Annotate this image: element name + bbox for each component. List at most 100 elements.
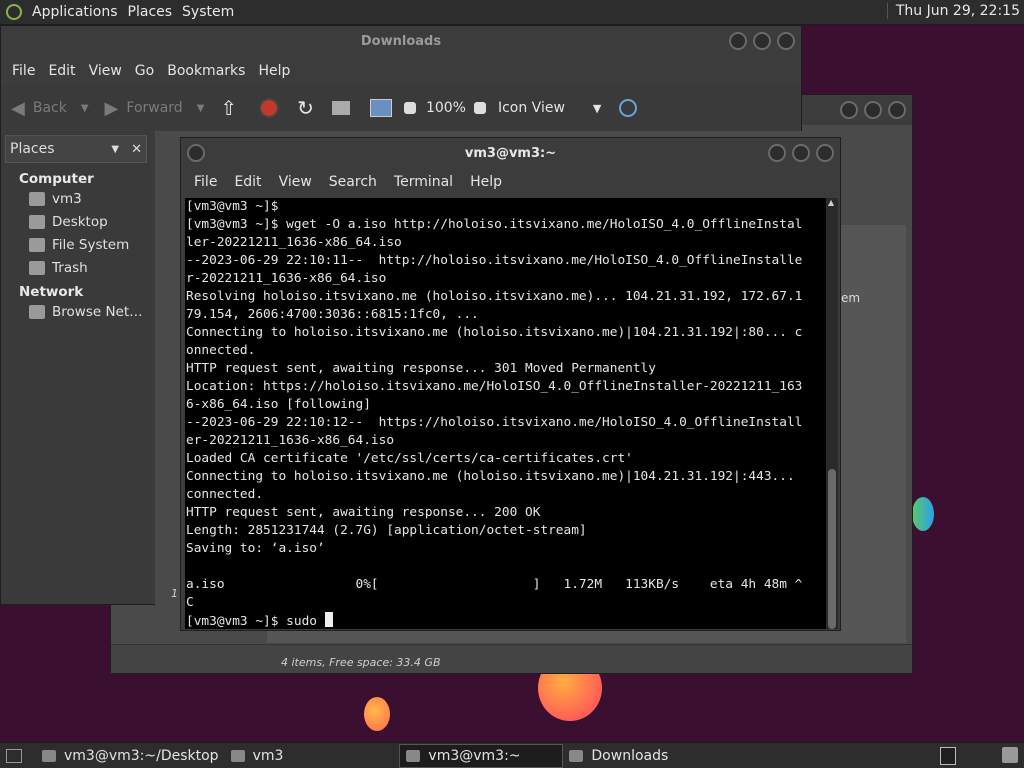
terminal-window: vm3@vm3:~ File Edit View Search Terminal… <box>180 137 841 631</box>
sidebar-section-computer: Computer <box>19 171 94 187</box>
terminal-icon <box>42 749 56 762</box>
zoom-in-icon <box>473 102 486 114</box>
terminal-line: [vm3@vm3 ~]$ <box>186 199 279 214</box>
menu-file[interactable]: File <box>12 63 35 79</box>
terminal-line: er-20221211_1636-x86_64.iso <box>186 433 395 448</box>
terminal-line: HTTP request sent, awaiting response... … <box>186 361 656 376</box>
menu-search[interactable]: Search <box>329 174 377 190</box>
zoom-in-button[interactable] <box>473 102 486 114</box>
forward-label: Forward <box>126 100 183 116</box>
terminal-output[interactable]: [vm3@vm3 ~]$ [vm3@vm3 ~]$ wget -O a.iso h… <box>185 198 827 629</box>
zoom-out-button[interactable] <box>403 102 416 114</box>
menu-edit[interactable]: Edit <box>48 63 75 79</box>
view-mode-select[interactable]: Icon View ▼ <box>498 100 601 116</box>
chevron-down-icon[interactable]: ▼ <box>111 144 119 155</box>
terminal-line: Location: https://holoiso.itsvixano.me/H… <box>186 379 803 394</box>
terminal-line: HTTP request sent, awaiting response... … <box>186 505 541 520</box>
terminal-line: Length: 2851231744 (2.7G) [application/o… <box>186 523 587 538</box>
trash-applet-icon[interactable] <box>1002 747 1018 763</box>
close-sidebar-icon[interactable]: ✕ <box>131 142 142 157</box>
forward-arrow-icon: ▶ <box>104 97 119 119</box>
zoom-level: 100% <box>425 100 466 116</box>
close-icon[interactable] <box>777 32 795 50</box>
distro-logo-icon[interactable] <box>6 4 22 20</box>
maximize-icon[interactable] <box>753 32 771 50</box>
sidebar-section-network: Network <box>19 284 84 300</box>
places-menu[interactable]: Places <box>128 4 173 20</box>
menu-bookmarks[interactable]: Bookmarks <box>167 63 245 79</box>
sidebar-item-label: Trash <box>52 260 88 276</box>
sidebar-header-label: Places <box>10 141 55 157</box>
menu-edit[interactable]: Edit <box>234 174 261 190</box>
terminal-line: Loaded CA certificate '/etc/ssl/certs/ca… <box>186 451 633 466</box>
up-button[interactable]: ⇧ <box>220 96 237 120</box>
desktop-icon <box>29 215 45 229</box>
terminal-line: onnected. <box>186 343 256 358</box>
downloads-titlebar[interactable]: Downloads <box>1 26 801 56</box>
minimize-icon[interactable] <box>768 144 786 162</box>
reload-button[interactable]: ↻ <box>297 96 314 120</box>
sidebar-item-label: Browse Net… <box>52 304 143 320</box>
downloads-toolbar: ◀ Back ▼ ▶ Forward ▼ ⇧ ↻ 100% Icon View … <box>1 86 801 130</box>
show-desktop-icon[interactable] <box>6 748 22 763</box>
menu-terminal[interactable]: Terminal <box>394 174 453 190</box>
sidebar-item-file-system[interactable]: File System <box>29 237 151 253</box>
status-text: 4 items, Free space: 33.4 GB <box>281 656 441 669</box>
computer-button[interactable] <box>369 99 392 117</box>
sidebar-item-label: File System <box>52 237 130 253</box>
sidebar-item-label: Desktop <box>52 214 108 230</box>
task-home-terminal[interactable]: vm3@vm3:~ <box>399 743 564 768</box>
task-downloads[interactable]: Downloads <box>563 745 674 767</box>
menu-file[interactable]: File <box>194 174 217 190</box>
folder-icon <box>230 749 245 762</box>
drive-icon <box>29 238 45 252</box>
home-button[interactable] <box>331 101 350 115</box>
maximize-icon[interactable] <box>792 144 810 162</box>
close-icon[interactable] <box>888 101 906 119</box>
task-vm3-folder[interactable]: vm3 <box>225 745 290 767</box>
minimize-icon[interactable] <box>729 32 747 50</box>
stop-icon <box>259 98 280 118</box>
forward-button[interactable]: ▶ Forward ▼ <box>105 98 205 119</box>
terminal-line: ler-20221211_1636-x86_64.iso <box>186 235 402 250</box>
terminal-line: 79.154, 2606:4700:3036::6815:1fc0, ... <box>186 307 479 322</box>
terminal-line: Connecting to holoiso.itsvixano.me (holo… <box>186 325 803 340</box>
chevron-down-icon: ▼ <box>592 101 602 115</box>
search-button[interactable] <box>619 99 638 117</box>
places-sidebar: Places ▼ ✕ Computer vm3 Desktop File Sys… <box>1 131 151 604</box>
close-icon[interactable] <box>816 144 834 162</box>
task-desktop-terminal[interactable]: vm3@vm3:~/Desktop <box>36 745 225 767</box>
top-panel: Applications Places System Thu Jun 29, 2… <box>0 0 1024 25</box>
wallpaper-small-shape <box>364 697 390 731</box>
clock[interactable]: Thu Jun 29, 22:15 <box>886 3 1020 19</box>
sidebar-item-trash[interactable]: Trash <box>29 260 151 276</box>
terminal-titlebar[interactable]: vm3@vm3:~ <box>181 138 840 168</box>
chevron-down-icon[interactable]: ▼ <box>81 103 89 114</box>
scroll-up-icon[interactable]: ▲ <box>828 198 834 207</box>
chevron-down-icon[interactable]: ▼ <box>197 103 205 114</box>
minimize-icon[interactable] <box>840 101 858 119</box>
workspace-switcher-icon[interactable] <box>940 747 956 765</box>
sidebar-item-desktop[interactable]: Desktop <box>29 214 151 230</box>
system-menu[interactable]: System <box>182 4 234 20</box>
scroll-thumb[interactable] <box>828 469 836 629</box>
sidebar-item-vm3[interactable]: vm3 <box>29 191 151 207</box>
menu-help[interactable]: Help <box>470 174 502 190</box>
partial-file-label[interactable]: em <box>841 291 860 305</box>
back-button[interactable]: ◀ Back ▼ <box>11 98 89 119</box>
menu-go[interactable]: Go <box>135 63 154 79</box>
zoom-out-icon <box>403 102 416 114</box>
menu-view[interactable]: View <box>279 174 312 190</box>
sidebar-header[interactable]: Places ▼ ✕ <box>5 135 147 163</box>
terminal-scrollbar[interactable]: ▲ <box>826 198 838 629</box>
menu-view[interactable]: View <box>89 63 122 79</box>
stop-button[interactable] <box>259 98 280 118</box>
up-arrow-icon: ⇧ <box>220 96 238 120</box>
task-label: vm3@vm3:~/Desktop <box>64 747 219 764</box>
home-folder-icon <box>29 192 45 206</box>
menu-help[interactable]: Help <box>258 63 290 79</box>
applications-menu[interactable]: Applications <box>32 4 118 20</box>
maximize-icon[interactable] <box>864 101 882 119</box>
sidebar-item-browse-network[interactable]: Browse Net… <box>29 304 151 320</box>
